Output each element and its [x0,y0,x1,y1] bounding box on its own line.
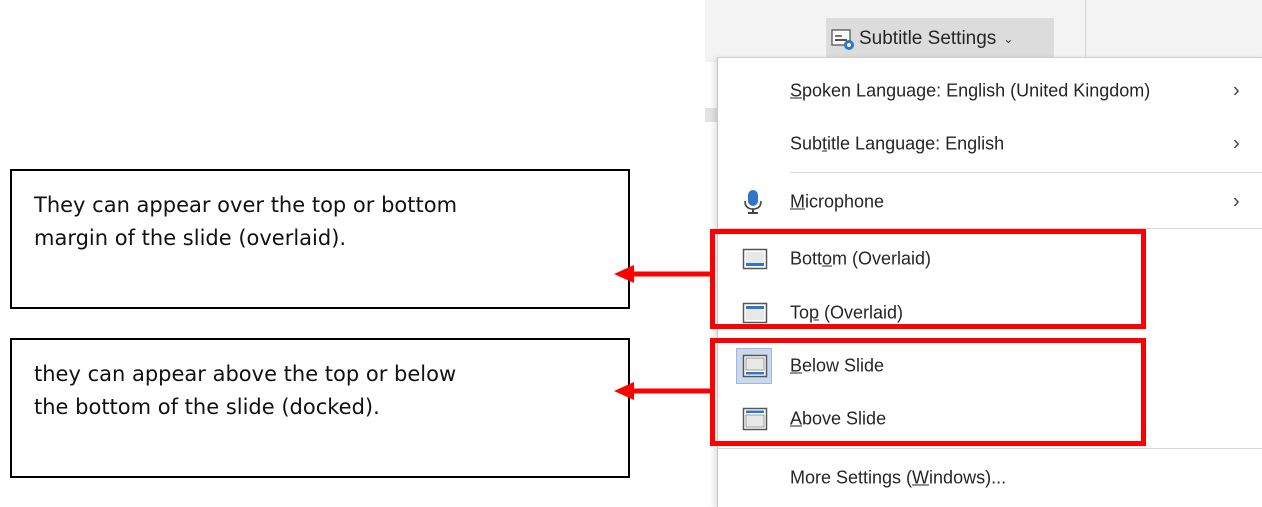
chevron-right-icon: › [1233,132,1240,155]
subtitle-language-label: Subtitle Language: English [790,133,1005,154]
subtitle-settings-icon [831,29,854,50]
menu-item-microphone[interactable]: Microphone › [718,175,1262,229]
docked-callout-line2: the bottom of the slide (docked). [34,394,380,419]
spoken-language-label: Spoken Language: English (United Kingdom… [790,80,1151,101]
ribbon-separator [1085,0,1086,62]
more-settings-label: More Settings (Windows)... [790,467,1007,488]
docked-arrow-icon [614,382,712,400]
menu-item-spoken-language[interactable]: Spoken Language: English (United Kingdom… [718,64,1262,118]
menu-divider [718,448,1262,449]
overlaid-arrow-icon [614,265,712,283]
chevron-right-icon: › [1233,79,1240,102]
overlaid-callout: They can appear over the top or bottom m… [10,169,630,309]
chevron-right-icon: › [1233,190,1240,213]
subtitle-settings-label: Subtitle Settings [859,28,997,49]
overlaid-highlight-box [710,229,1146,329]
menu-item-more-settings[interactable]: More Settings (Windows)... [718,451,1262,505]
docked-callout-line1: they can appear above the top or below [34,362,457,386]
docked-highlight-box [710,338,1146,446]
overlaid-callout-line2: margin of the slide (overlaid). [34,225,347,250]
ribbon-edge [705,108,717,122]
menu-divider [790,172,1262,173]
overlaid-callout-line1: They can appear over the top or bottom [34,193,458,217]
docked-callout: they can appear above the top or below t… [10,338,630,478]
menu-item-subtitle-language[interactable]: Subtitle Language: English › [718,117,1262,171]
microphone-icon [744,190,762,214]
microphone-label: Microphone [790,191,885,212]
subtitle-settings-button[interactable]: Subtitle Settings ⌄ [826,18,1054,60]
chevron-down-icon: ⌄ [1003,32,1014,46]
